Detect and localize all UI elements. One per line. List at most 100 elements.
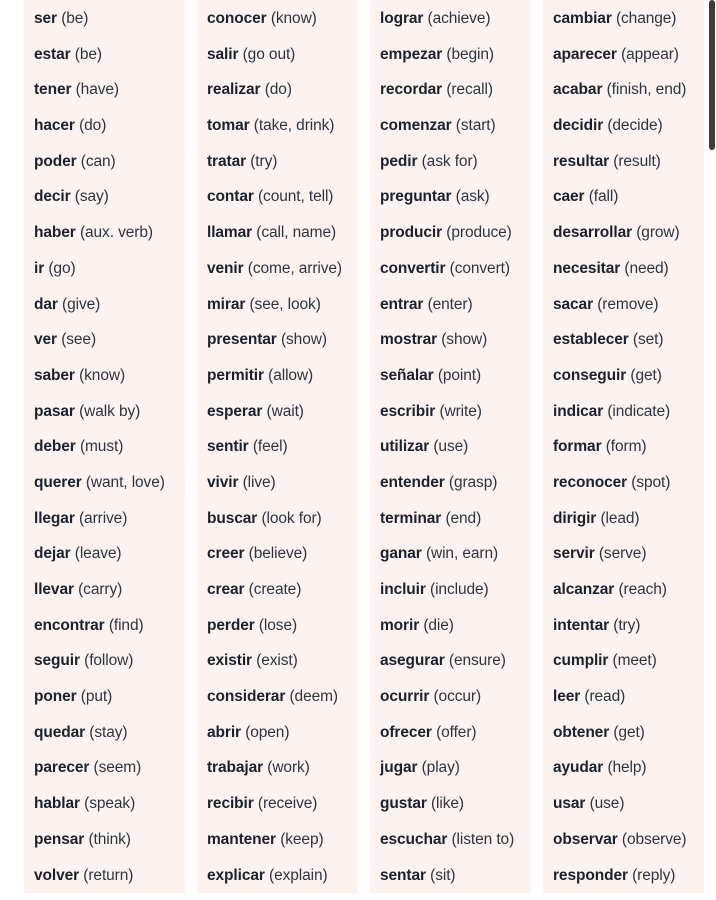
english-gloss: (produce) — [446, 224, 512, 242]
english-gloss: (try) — [613, 616, 641, 634]
spanish-verb: tomar — [207, 117, 250, 135]
english-gloss: (help) — [607, 759, 647, 777]
spanish-verb: obtener — [553, 723, 610, 741]
english-gloss: (ensure) — [448, 652, 506, 670]
spanish-verb: morir — [380, 616, 420, 634]
verb-entry: encontrar (find) — [24, 608, 185, 644]
english-gloss: (look for) — [261, 509, 322, 527]
english-gloss: (must) — [79, 438, 124, 456]
spanish-verb: alcanzar — [553, 581, 615, 598]
spanish-verb: mostrar — [380, 331, 438, 349]
verb-entry: salir (go out) — [197, 37, 358, 73]
spanish-verb: acabar — [553, 81, 603, 99]
verb-entry: mirar (see, look) — [197, 287, 358, 323]
verb-entry: comenzar (start) — [370, 108, 531, 144]
spanish-verb: querer — [34, 473, 82, 491]
english-gloss: (write) — [439, 402, 482, 420]
english-gloss: (speak) — [84, 795, 136, 813]
english-gloss: (walk by) — [79, 402, 141, 420]
verb-entry: quedar (stay) — [24, 715, 185, 751]
verb-entry: desarrollar (grow) — [543, 215, 704, 251]
verb-entry: recordar (recall) — [370, 72, 531, 108]
spanish-verb: realizar — [207, 81, 261, 99]
english-gloss: (find) — [108, 616, 144, 634]
spanish-verb: tratar — [207, 152, 247, 170]
verb-entry: utilizar (use) — [370, 429, 531, 465]
english-gloss: (result) — [613, 152, 661, 170]
verb-entry: jugar (play) — [370, 750, 531, 786]
spanish-verb: indicar — [553, 402, 604, 420]
english-gloss: (deem) — [289, 688, 338, 706]
english-gloss: (exist) — [256, 652, 298, 670]
english-gloss: (give) — [62, 295, 101, 313]
english-gloss: (begin) — [446, 45, 494, 63]
verb-entry: contar (count, tell) — [197, 179, 358, 215]
english-gloss: (take, drink) — [253, 117, 335, 135]
english-gloss: (say) — [74, 188, 109, 206]
verb-entry: tratar (try) — [197, 144, 358, 180]
verb-entry: buscar (look for) — [197, 501, 358, 537]
spanish-verb: trabajar — [207, 759, 264, 777]
verb-entry: terminar (end) — [370, 501, 531, 537]
spanish-verb: ir — [34, 259, 45, 277]
english-gloss: (go) — [48, 259, 76, 277]
spanish-verb: dejar — [34, 545, 71, 563]
english-gloss: (work) — [267, 759, 310, 777]
verb-entry: resultar (result) — [543, 144, 704, 180]
spanish-verb: convertir — [380, 259, 446, 277]
english-gloss: (arrive) — [78, 509, 128, 527]
english-gloss: (meet) — [612, 652, 657, 670]
verb-entry: dar (give) — [24, 287, 185, 323]
spanish-verb: establecer — [553, 331, 629, 349]
english-gloss: (convert) — [449, 259, 510, 277]
spanish-verb: mantener — [207, 830, 276, 848]
verb-entry: reconocer (spot) — [543, 465, 704, 501]
english-gloss: (return) — [83, 866, 134, 884]
verb-entry: ver (see) — [24, 322, 185, 358]
english-gloss: (try) — [250, 152, 278, 170]
verb-entry: servir (serve) — [543, 536, 704, 572]
verb-entry: explicar (explain) — [197, 858, 358, 894]
spanish-verb: conocer — [207, 10, 267, 27]
verb-entry: entender (grasp) — [370, 465, 531, 501]
english-gloss: (leave) — [74, 545, 122, 563]
english-gloss: (know) — [270, 10, 317, 27]
english-gloss: (form) — [605, 438, 647, 456]
spanish-verb: existir — [207, 652, 252, 670]
english-gloss: (have) — [75, 81, 119, 99]
verb-entry: cumplir (meet) — [543, 643, 704, 679]
english-gloss: (be) — [74, 45, 102, 63]
english-gloss: (sit) — [430, 866, 456, 884]
verb-entry: vivir (live) — [197, 465, 358, 501]
english-gloss: (show) — [280, 331, 327, 349]
verb-entry: llegar (arrive) — [24, 501, 185, 537]
verb-entry: recibir (receive) — [197, 786, 358, 822]
spanish-verb: caer — [553, 188, 585, 206]
spanish-verb: señalar — [380, 366, 434, 384]
english-gloss: (get) — [613, 723, 645, 741]
verb-entry: ser (be) — [24, 1, 185, 37]
spanish-verb: pensar — [34, 830, 85, 848]
verb-entry: seguir (follow) — [24, 643, 185, 679]
verb-entry: ofrecer (offer) — [370, 715, 531, 751]
english-gloss: (win, earn) — [425, 545, 499, 563]
spanish-verb: ver — [34, 331, 57, 349]
english-gloss: (finish, end) — [606, 81, 687, 99]
verb-entry: poder (can) — [24, 144, 185, 180]
spanish-verb: presentar — [207, 331, 277, 349]
scrollbar[interactable] — [708, 0, 716, 150]
scrollbar-thumb[interactable] — [709, 0, 715, 150]
english-gloss: (put) — [80, 688, 113, 706]
verb-entry: asegurar (ensure) — [370, 643, 531, 679]
verb-entry: sentir (feel) — [197, 429, 358, 465]
verb-entry: decidir (decide) — [543, 108, 704, 144]
verb-entry: mantener (keep) — [197, 822, 358, 858]
english-gloss: (change) — [615, 10, 677, 27]
english-gloss: (allow) — [268, 366, 314, 384]
spanish-verb: perder — [207, 616, 255, 634]
verb-entry: acabar (finish, end) — [543, 72, 704, 108]
spanish-verb: empezar — [380, 45, 443, 63]
spanish-verb: llamar — [207, 224, 253, 242]
verb-entry: tener (have) — [24, 72, 185, 108]
english-gloss: (call, name) — [256, 224, 337, 242]
